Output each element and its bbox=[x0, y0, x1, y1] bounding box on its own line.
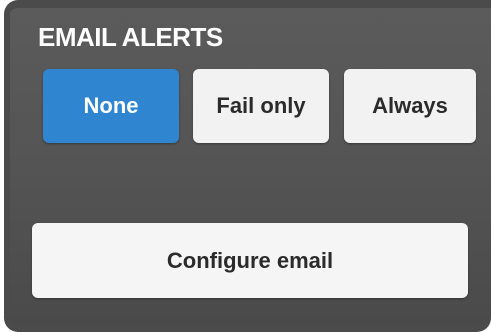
configure-email-button[interactable]: Configure email bbox=[32, 223, 468, 298]
alert-mode-selector: None Fail only Always bbox=[32, 69, 476, 145]
alert-option-none[interactable]: None bbox=[43, 69, 179, 143]
alert-option-always[interactable]: Always bbox=[344, 69, 476, 143]
section-title: EMAIL ALERTS bbox=[38, 22, 223, 52]
alert-option-fail-only[interactable]: Fail only bbox=[193, 69, 329, 143]
